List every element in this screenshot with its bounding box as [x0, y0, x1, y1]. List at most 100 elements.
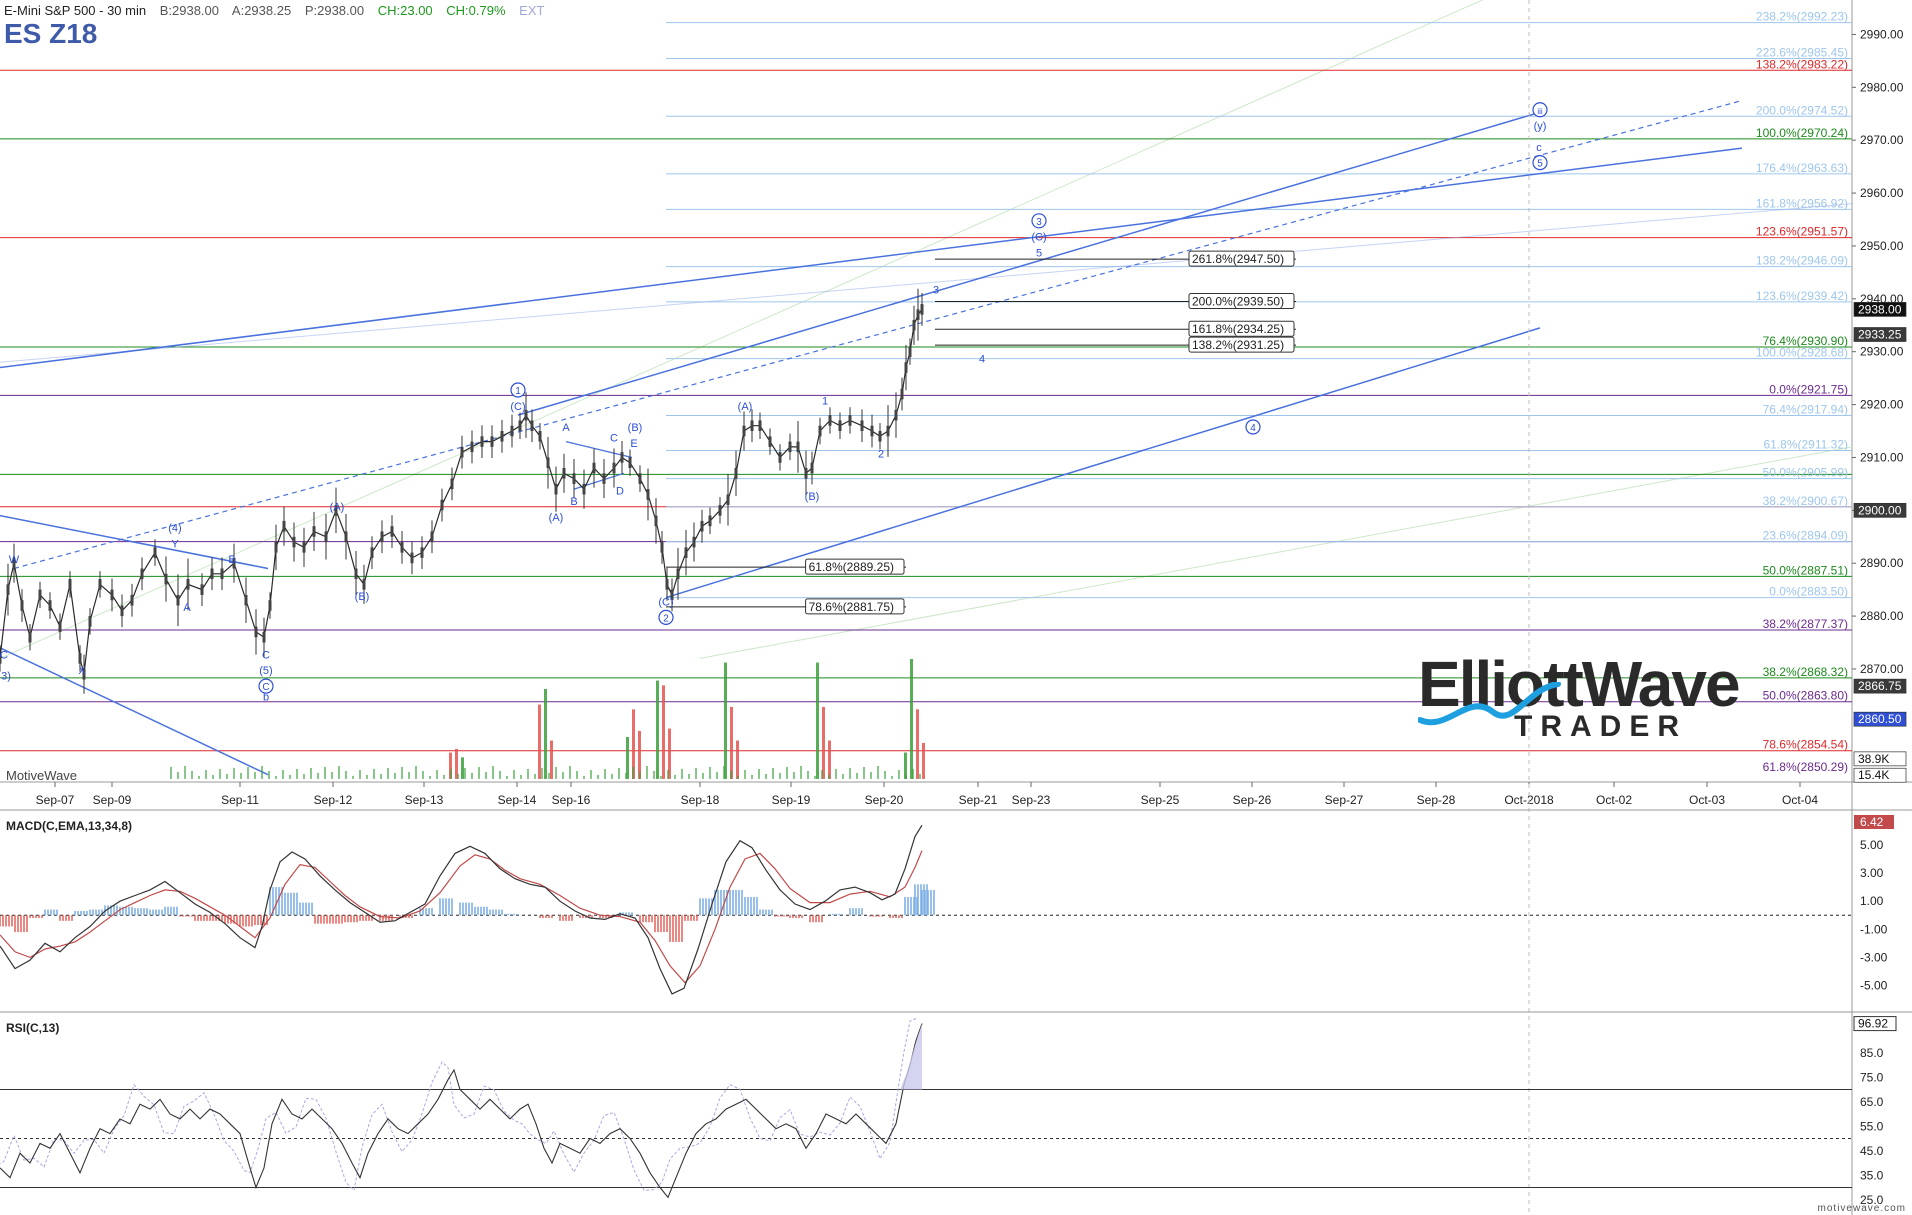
fib-label-21: 38.2%(2868.32) [1763, 665, 1848, 679]
candle-body-43 [410, 552, 414, 564]
volume-small-436 [436, 769, 438, 779]
volume-small-443 [443, 774, 445, 779]
volume-small-639 [639, 771, 641, 779]
chart-header: E-Mini S&P 500 - 30 min B:2938.00 A:2938… [4, 3, 554, 18]
fib-label-8: 138.2%(2946.09) [1756, 254, 1848, 268]
date-tick-8: Sep-19 [772, 793, 811, 807]
volume-small-618 [618, 767, 620, 779]
wave-label-21: (C) [658, 597, 673, 609]
fib-label-2: 138.2%(2983.22) [1756, 57, 1848, 71]
axis-tag-label-3: 2866.75 [1858, 679, 1902, 693]
candle-body-18 [164, 573, 168, 585]
volume-small-821 [821, 769, 823, 779]
candle-body-91 [818, 425, 822, 437]
rsi-last-value: 96.92 [1858, 1017, 1888, 1031]
candle-body-68 [638, 473, 642, 484]
date-tick-19: Oct-04 [1782, 793, 1818, 807]
motivewave-watermark: MotiveWave [6, 768, 78, 783]
volume-small-212 [212, 774, 214, 779]
date-tick-17: Oct-02 [1596, 793, 1632, 807]
wave-label-7: B [228, 554, 235, 566]
wave-label-17: (B) [628, 422, 643, 434]
volume-small-359 [359, 769, 361, 779]
candle-body-84 [758, 420, 762, 432]
rsi-secondary-line [0, 1018, 917, 1192]
wave-label-3: X [78, 665, 86, 677]
volume-bar-9 [656, 680, 659, 779]
candle-body-51 [490, 436, 494, 447]
volume-small-898 [898, 769, 900, 779]
candle-body-102 [908, 346, 912, 357]
candle-body-42 [400, 542, 404, 553]
volume-small-779 [779, 772, 781, 779]
volume-small-590 [590, 769, 592, 779]
axis-tag-label-2: 2900.00 [1858, 503, 1902, 517]
projection-label-4: 61.8%(2889.25) [809, 560, 894, 574]
volume-small-828 [828, 774, 830, 779]
date-tick-1: Sep-09 [93, 793, 132, 807]
date-tick-15: Sep-28 [1417, 793, 1456, 807]
volume-bar-5 [550, 740, 553, 779]
volume-small-548 [548, 772, 550, 779]
wave-label-12: (B) [355, 591, 370, 603]
date-tick-10: Sep-21 [959, 793, 998, 807]
rsi-title: RSI(C,13) [6, 1021, 59, 1035]
volume-bar-19 [910, 658, 913, 779]
fib-label-23: 78.6%(2854.54) [1763, 738, 1848, 752]
volume-small-513 [513, 769, 515, 779]
date-tick-0: Sep-07 [36, 793, 75, 807]
volume-small-324 [324, 766, 326, 779]
projection-label-5: 78.6%(2881.75) [809, 600, 894, 614]
wave-label-5: Y [171, 538, 179, 550]
candle-body-79 [718, 505, 722, 516]
volume-small-506 [506, 775, 508, 779]
volume-small-408 [408, 771, 410, 779]
volume-small-422 [422, 770, 424, 779]
candle-body-76 [692, 536, 696, 548]
wave-label-6: A [183, 602, 191, 614]
volume-small-317 [317, 772, 319, 779]
candle-body-100 [900, 388, 904, 400]
date-tick-2: Sep-11 [221, 793, 259, 807]
volume-small-814 [814, 775, 816, 779]
volume-small-254 [254, 771, 256, 779]
ext-badge[interactable]: EXT [519, 3, 544, 18]
volume-small-667 [667, 769, 669, 779]
volume-small-457 [457, 773, 459, 779]
candle-body-72 [665, 579, 669, 590]
volume-small-723 [723, 765, 725, 779]
rsi-panel: RSI(C,13)85.075.065.055.045.035.025.096.… [0, 1016, 1897, 1207]
volume-small-877 [877, 765, 879, 779]
candle-body-52 [500, 431, 504, 442]
volume-small-765 [765, 773, 767, 779]
volume-bar-3 [538, 704, 541, 779]
wave-label-16: C [610, 433, 618, 445]
fib-label-15: 50.0%(2905.99) [1763, 466, 1848, 480]
candle-body-94 [848, 415, 852, 426]
fib-label-5: 176.4%(2963.63) [1756, 161, 1848, 175]
volume-small-709 [709, 766, 711, 779]
change-pct-readout: CH:0.79% [446, 3, 506, 18]
candle-body-44 [420, 547, 424, 558]
rsi-tick-5: 35.0 [1860, 1168, 1884, 1182]
candle-body-6 [48, 600, 52, 611]
footer-link[interactable]: motivewave.com [1818, 1203, 1906, 1214]
fib-label-9: 123.6%(2939.42) [1756, 289, 1848, 303]
candle-body-34 [324, 531, 328, 543]
date-tick-7: Sep-18 [681, 793, 720, 807]
price-tick-11: 2880.00 [1860, 609, 1904, 623]
candle-body-101 [904, 362, 908, 373]
candle-body-41 [390, 526, 394, 537]
candle-body-9 [78, 653, 82, 664]
axis-tag-label-0: 2938.00 [1858, 302, 1902, 316]
volume-small-492 [492, 765, 494, 779]
macd-tick-2: 1.00 [1860, 894, 1884, 908]
axis-tag-label-4: 2860.50 [1858, 712, 1902, 726]
projection-label-3: 138.2%(2931.25) [1192, 338, 1284, 352]
volume-small-597 [597, 774, 599, 779]
candle-body-36 [344, 531, 348, 543]
candle-body-105 [920, 304, 924, 315]
volume-bar-12 [724, 662, 727, 779]
fib-label-13: 76.4%(2917.94) [1763, 402, 1848, 416]
candle-body-63 [592, 462, 596, 474]
